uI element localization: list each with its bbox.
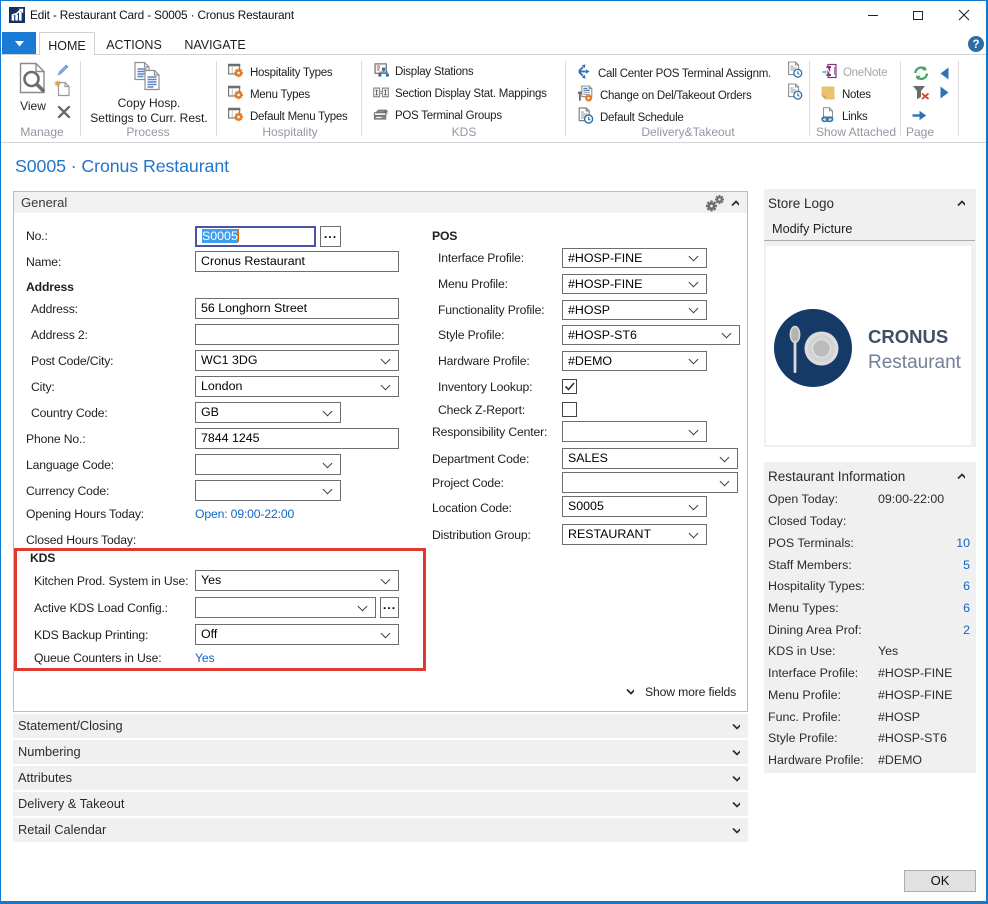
svg-text:N: N	[826, 66, 832, 76]
svg-text:Restaurant: Restaurant	[868, 352, 962, 373]
svg-text:CRONUS: CRONUS	[868, 326, 948, 347]
svg-text:?: ?	[972, 39, 979, 51]
